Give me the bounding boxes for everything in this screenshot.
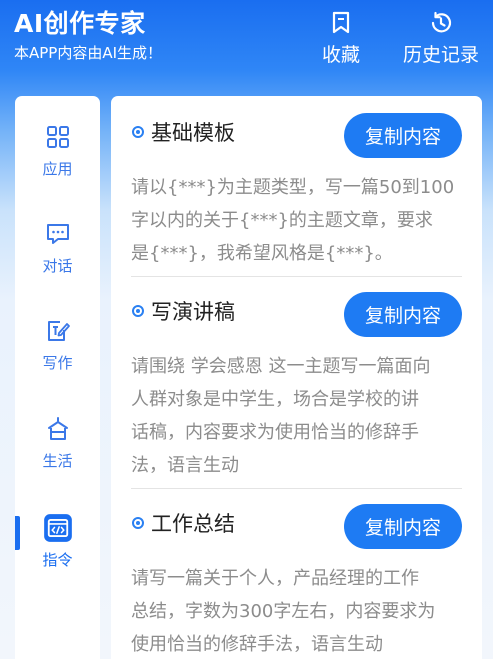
code-icon xyxy=(43,514,72,542)
grid-icon xyxy=(46,126,69,148)
favorites-label: 收藏 xyxy=(322,44,361,66)
command-description: 请写一篇关于个人，产品经理的工作 总结，字数为300字左右，内容要求为 使用恰当… xyxy=(131,562,462,659)
command-title: 工作总结 xyxy=(151,512,235,536)
description-line: 请围绕 学会感恩 这一主题写一篇面向 xyxy=(131,356,431,377)
command-title: 写演讲稿 xyxy=(151,300,235,324)
sidebar-item-commands[interactable]: 指令 xyxy=(15,513,100,570)
description-line: 人群对象是中学生，场合是学校的讲 xyxy=(131,389,419,410)
app-subtitle: 本APP内容由AI生成！ xyxy=(14,44,163,62)
description-line: 法，语言生动 xyxy=(131,455,239,476)
command-description: 请以{***}为主题类型，写一篇50到100 字以内的关于{***}的主题文章，… xyxy=(131,171,462,270)
sidebar: 应用 对话 写作 生活 指令 xyxy=(15,96,100,659)
home-icon xyxy=(47,417,68,440)
sidebar-item-label: 对话 xyxy=(42,257,73,275)
write-icon xyxy=(47,321,70,341)
app-title: AI创作专家 xyxy=(14,9,146,38)
copy-button[interactable]: 复制内容 xyxy=(344,113,462,158)
divider xyxy=(131,488,462,489)
sidebar-item-writing[interactable]: 写作 xyxy=(15,318,100,373)
command-title: 基础模板 xyxy=(151,121,235,145)
chat-icon xyxy=(46,224,69,244)
copy-button[interactable]: 复制内容 xyxy=(344,292,462,337)
bookmark-icon xyxy=(332,11,350,34)
history-button[interactable]: 历史记录 xyxy=(403,10,479,67)
bullet-dot-icon xyxy=(132,305,144,317)
favorites-button[interactable]: 收藏 xyxy=(322,10,360,67)
bullet-dot-icon xyxy=(132,126,144,138)
sidebar-item-label: 写作 xyxy=(42,354,73,372)
history-icon xyxy=(431,11,452,33)
copy-button[interactable]: 复制内容 xyxy=(344,504,462,549)
description-line: 是{***}，我希望风格是{***}。 xyxy=(131,243,393,264)
description-line: 话稿，内容要求为使用恰当的修辞手 xyxy=(131,422,419,443)
description-line: 使用恰当的修辞手法，语言生动 xyxy=(131,634,383,655)
sidebar-item-life[interactable]: 生活 xyxy=(15,416,100,471)
sidebar-item-label: 应用 xyxy=(42,160,73,178)
sidebar-item-label: 生活 xyxy=(42,452,73,470)
description-line: 字以内的关于{***}的主题文章，要求 xyxy=(131,210,433,231)
sidebar-item-label: 指令 xyxy=(42,551,73,569)
page: AI创作专家 本APP内容由AI生成！ 收藏 历史记录 应用 对话 写作 生活 … xyxy=(0,0,493,659)
description-line: 请以{***}为主题类型，写一篇50到100 xyxy=(131,177,455,198)
command-list: 基础模板 复制内容 请以{***}为主题类型，写一篇50到100 字以内的关于{… xyxy=(111,96,482,659)
description-line: 请写一篇关于个人，产品经理的工作 xyxy=(131,568,419,589)
description-line: 总结，字数为300字左右，内容要求为 xyxy=(131,601,436,622)
command-card: 工作总结 复制内容 请写一篇关于个人，产品经理的工作 总结，字数为300字左右，… xyxy=(131,504,462,659)
command-card: 基础模板 复制内容 请以{***}为主题类型，写一篇50到100 字以内的关于{… xyxy=(131,113,462,273)
divider xyxy=(131,276,462,277)
bullet-dot-icon xyxy=(132,517,144,529)
sidebar-item-chat[interactable]: 对话 xyxy=(15,221,100,276)
sidebar-item-apps[interactable]: 应用 xyxy=(15,124,100,179)
history-label: 历史记录 xyxy=(403,44,480,66)
command-description: 请围绕 学会感恩 这一主题写一篇面向 人群对象是中学生，场合是学校的讲 话稿，内… xyxy=(131,350,462,482)
command-card: 写演讲稿 复制内容 请围绕 学会感恩 这一主题写一篇面向 人群对象是中学生，场合… xyxy=(131,292,462,482)
